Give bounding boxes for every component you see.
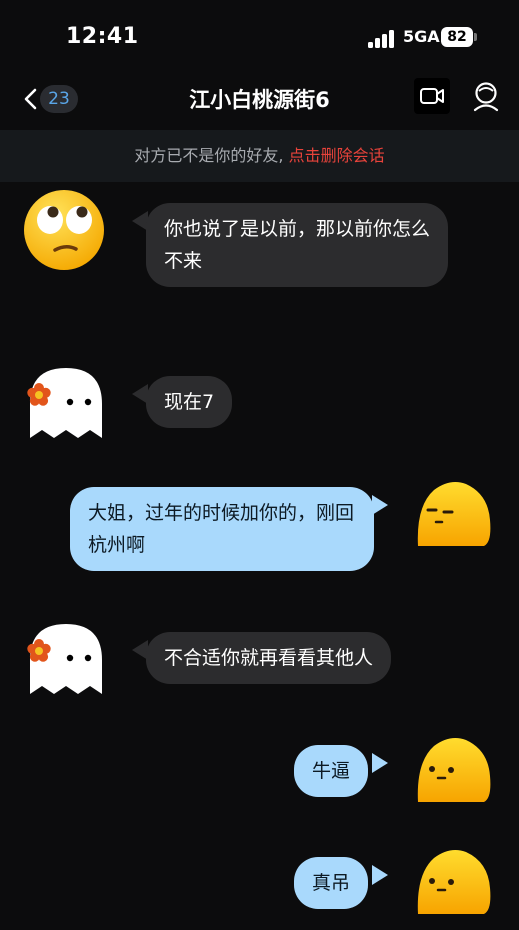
bubble-tail (372, 865, 388, 885)
video-call-button[interactable] (414, 78, 450, 114)
ghost-flower-icon[interactable] (24, 620, 106, 698)
message-bubble-incoming[interactable]: 现在7 (146, 376, 233, 428)
profile-button[interactable] (470, 79, 502, 113)
back-button[interactable]: 23 (16, 82, 80, 116)
battery-icon: 82 (441, 27, 473, 47)
chat-title: 江小白桃源街6 (189, 88, 330, 112)
nav-bar: 23 江小白桃源街6 (0, 70, 519, 130)
chat-screen: 12:41 5GA 82 23 江小白桃源街6 对方已不是你的好友, 点击删除会… (0, 0, 519, 930)
status-bar: 12:41 5GA 82 (0, 0, 519, 70)
delete-conversation-link[interactable]: 点击删除会话 (289, 146, 385, 165)
signal-strength-icon (368, 30, 396, 48)
unread-count-badge: 23 (40, 85, 78, 113)
bubble-tail (372, 753, 388, 773)
bubble-tail (372, 495, 388, 515)
message-bubble-outgoing[interactable]: 牛逼 (294, 745, 369, 797)
network-type: 5GA (403, 27, 440, 46)
battery-tip (474, 33, 477, 41)
notice-text: 对方已不是你的好友, (134, 146, 289, 165)
message-bubble-outgoing[interactable]: 大姐，过年的时候加你的，刚回杭州啊 (70, 487, 374, 571)
message-bubble-incoming[interactable]: 你也说了是以前，那以前你怎么不来 (146, 203, 448, 287)
ghost-flower-icon[interactable] (24, 364, 106, 442)
status-time: 12:41 (66, 24, 139, 49)
person-icon (473, 82, 499, 112)
message-bubble-outgoing[interactable]: 真吊 (294, 857, 369, 909)
video-camera-icon (420, 88, 444, 104)
not-friend-notice: 对方已不是你的好友, 点击删除会话 (0, 130, 519, 182)
yellow-blob-icon[interactable] (414, 480, 492, 550)
yellow-blob-icon[interactable] (414, 848, 492, 918)
message-bubble-incoming[interactable]: 不合适你就再看看其他人 (146, 632, 392, 684)
eye-roll-emoji-icon[interactable] (22, 188, 106, 272)
yellow-blob-icon[interactable] (414, 736, 492, 806)
